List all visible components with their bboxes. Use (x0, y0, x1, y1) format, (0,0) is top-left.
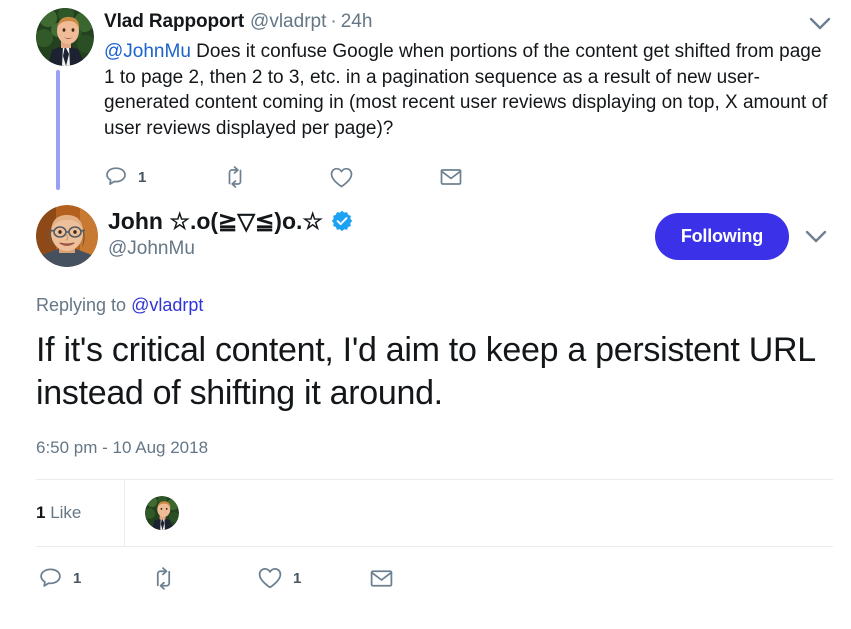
main-tweet: John ☆.o(≧▽≦)o.☆ @JohnMu Following (0, 199, 851, 609)
chevron-down-icon (805, 230, 827, 244)
parent-tweet-avatar-column (36, 8, 104, 199)
main-like-count: 1 (293, 571, 301, 586)
parent-tweet-text-body: Does it confuse Google when portions of … (104, 41, 827, 139)
parent-retweet-button[interactable] (222, 165, 329, 189)
heart-icon (329, 166, 354, 189)
main-tweet-actions: 1 1 (36, 547, 833, 609)
main-tweet-timestamp[interactable]: 6:50 pm - 10 Aug 2018 (36, 437, 833, 459)
parent-tweet-more-button[interactable] (805, 12, 835, 36)
parent-tweet-body: Vlad Rappoport @vladrpt · 24h @JohnMu Do… (104, 8, 833, 199)
main-tweet-text: If it's critical content, I'd aim to kee… (36, 329, 833, 415)
replying-to-label: Replying to (36, 295, 126, 315)
parent-tweet[interactable]: Vlad Rappoport @vladrpt · 24h @JohnMu Do… (0, 0, 851, 199)
tweet-detail-page: Vlad Rappoport @vladrpt · 24h @JohnMu Do… (0, 0, 851, 629)
following-button[interactable]: Following (655, 213, 789, 260)
reply-icon (104, 165, 128, 189)
liker-avatars (125, 496, 179, 530)
envelope-icon (439, 166, 463, 188)
likes-word: Like (50, 503, 81, 522)
tweet-mention-link[interactable]: @JohnMu (104, 41, 191, 62)
likes-summary-row: 1 Like (36, 480, 833, 546)
parent-reply-button[interactable]: 1 (104, 165, 222, 189)
parent-separator-dot: · (330, 10, 336, 34)
main-author-emoticon: ☆.o(≧▽≦)o.☆ (169, 207, 323, 235)
likes-count-number: 1 (36, 503, 45, 522)
parent-reply-count: 1 (138, 170, 146, 185)
follow-controls: Following (655, 205, 833, 260)
parent-timestamp[interactable]: 24h (341, 10, 373, 34)
main-dm-button[interactable] (369, 567, 394, 590)
retweet-icon (150, 566, 177, 591)
main-author-nameline[interactable]: John ☆.o(≧▽≦)o.☆ (108, 207, 655, 235)
main-author-block: John ☆.o(≧▽≦)o.☆ @JohnMu (108, 205, 655, 261)
verified-badge-icon (331, 210, 353, 232)
parent-dm-button[interactable] (439, 166, 463, 188)
avatar[interactable] (145, 496, 179, 530)
main-tweet-header: John ☆.o(≧▽≦)o.☆ @JohnMu Following (36, 199, 833, 267)
heart-icon (257, 566, 283, 590)
main-retweet-button[interactable] (150, 566, 257, 591)
envelope-icon (369, 567, 394, 590)
main-like-button[interactable]: 1 (257, 566, 369, 590)
reply-icon (38, 566, 63, 591)
main-author-handle[interactable]: @JohnMu (108, 237, 655, 261)
avatar[interactable] (36, 8, 94, 66)
replying-to-line: Replying to @vladrpt (36, 293, 833, 317)
parent-tweet-text: @JohnMu Does it confuse Google when port… (104, 39, 833, 141)
chevron-down-icon (809, 17, 831, 31)
parent-author-name[interactable]: Vlad Rappoport (104, 10, 244, 34)
parent-tweet-actions: 1 (104, 155, 833, 199)
parent-tweet-header: Vlad Rappoport @vladrpt · 24h (104, 10, 833, 34)
main-tweet-more-button[interactable] (799, 222, 833, 252)
thread-connector-line (56, 70, 60, 190)
retweet-icon (222, 165, 248, 189)
parent-like-button[interactable] (329, 166, 439, 189)
main-reply-button[interactable]: 1 (38, 566, 150, 591)
likes-count-label[interactable]: 1 Like (36, 503, 124, 523)
main-author-name: John (108, 207, 163, 235)
avatar[interactable] (36, 205, 98, 267)
replying-to-handle[interactable]: @vladrpt (131, 295, 203, 315)
main-reply-count: 1 (73, 571, 81, 586)
parent-author-handle[interactable]: @vladrpt (250, 10, 326, 34)
